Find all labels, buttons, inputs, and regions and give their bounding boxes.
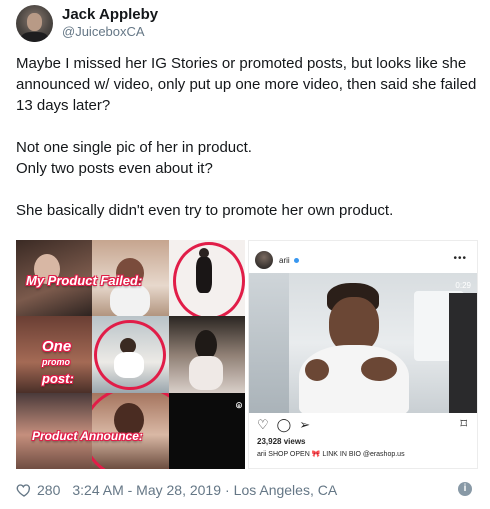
avatar-shirt: [21, 31, 48, 42]
collage-cell: [169, 393, 245, 469]
ig-post-header: arii: [255, 251, 299, 269]
hand-shape: [305, 359, 329, 381]
collage-cell: [169, 316, 245, 393]
instagram-post-image[interactable]: arii ••• 0:29 ♡ ◯ ➢ ⌑ 23,928 views arii …: [248, 240, 478, 469]
author-names: Jack Appleby @JuiceboxCA: [62, 6, 158, 39]
like-count[interactable]: 280: [37, 482, 60, 498]
bookmark-icon[interactable]: ⌑: [460, 416, 467, 432]
avatar-face: [27, 12, 42, 31]
heart-icon[interactable]: ♡: [257, 417, 269, 433]
ig-caption: arii SHOP OPEN 🎀 LINK IN BIO @erashop.us: [257, 451, 405, 458]
video-timer: 0:29: [455, 281, 471, 290]
ig-username: arii: [279, 255, 290, 265]
tweet-text: Maybe I missed her IG Stories or promote…: [16, 55, 477, 219]
background-shape: [249, 273, 289, 413]
info-icon[interactable]: i: [458, 482, 472, 496]
background-shape: [449, 293, 477, 413]
ig-views: 23,928 views: [257, 437, 306, 446]
comment-icon[interactable]: ◯: [277, 417, 292, 433]
author-handle[interactable]: @JuiceboxCA: [62, 24, 158, 40]
label-promo: promo: [42, 357, 70, 367]
collage-image[interactable]: My Product Failed: One promo post: Produ…: [16, 240, 245, 469]
ig-video-frame: 0:29: [249, 273, 477, 413]
tweet-media[interactable]: My Product Failed: One promo post: Produ…: [16, 240, 478, 469]
tweet-timestamp[interactable]: 3:24 AM - May 28, 2019: [72, 482, 221, 498]
label-product-announce: Product Announce:: [32, 429, 143, 443]
label-post: post:: [42, 371, 74, 386]
tweet-header: Jack Appleby @JuiceboxCA: [16, 4, 158, 42]
label-one: One: [42, 338, 72, 355]
author-avatar[interactable]: [16, 4, 53, 42]
tweet-location[interactable]: Los Angeles, CA: [234, 482, 338, 498]
label-product-failed: My Product Failed:: [26, 273, 143, 288]
tweet-footer: 280 3:24 AM - May 28, 2019 · Los Angeles…: [16, 480, 478, 500]
verified-badge-icon: [293, 257, 299, 263]
ig-action-bar: ♡ ◯ ➢: [257, 417, 310, 433]
author-display-name[interactable]: Jack Appleby: [62, 6, 158, 23]
collage-cell: [169, 240, 245, 316]
highlight-ring: [94, 320, 166, 390]
shirt-shape: [189, 356, 223, 390]
ig-avatar: [255, 251, 273, 269]
more-options-icon: •••: [453, 253, 467, 264]
hand-shape: [361, 357, 397, 381]
highlight-ring: [173, 242, 245, 316]
like-icon[interactable]: [16, 482, 32, 498]
instagram-icon: ⌾: [236, 401, 242, 412]
shirt-shape: [110, 284, 150, 316]
collage-cell: [92, 316, 169, 393]
footer-separator: ·: [225, 482, 230, 498]
share-icon[interactable]: ➢: [299, 417, 310, 433]
